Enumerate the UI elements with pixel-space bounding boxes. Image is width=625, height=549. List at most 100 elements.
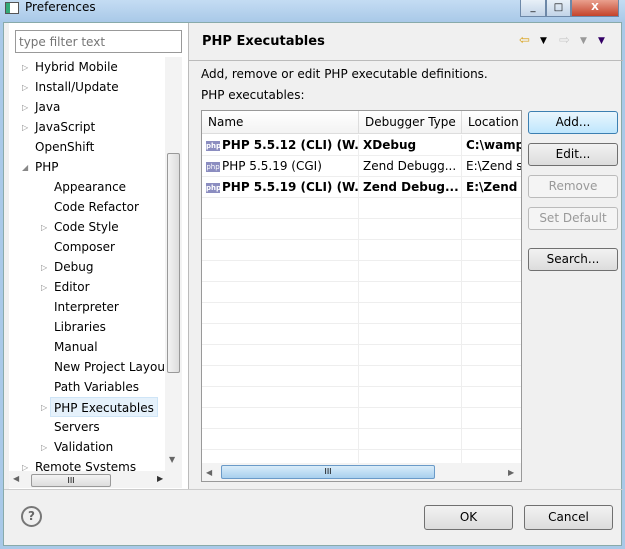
cell-text: E:\Zend :: [466, 180, 522, 194]
filter-input[interactable]: [15, 30, 182, 53]
set-default-button[interactable]: Set Default: [528, 207, 618, 230]
tree-horizontal-scroll-thumb[interactable]: III: [31, 474, 111, 487]
search-button[interactable]: Search...: [528, 248, 618, 271]
empty-cell: [359, 345, 462, 366]
empty-cell: [359, 303, 462, 324]
empty-cell: [462, 366, 521, 387]
window-title: Preferences: [25, 0, 96, 14]
php-icon: php: [206, 140, 222, 151]
tree-item[interactable]: Appearance: [54, 177, 126, 197]
cell-text: XDebug: [363, 138, 417, 152]
page-header: PHP Executables ⇦ ▼ ⇨ ▼ ▼: [189, 23, 623, 61]
tree-item[interactable]: Composer: [54, 237, 115, 257]
tree-expand-icon[interactable]: ▷: [22, 123, 32, 132]
minimize-button[interactable]: _: [520, 0, 546, 17]
table-cell-name[interactable]: php PHP 5.5.19 (CGI): [202, 156, 359, 177]
tree-expand-icon[interactable]: ▷: [41, 223, 51, 232]
tree-expand-icon[interactable]: ▷: [41, 443, 51, 452]
cancel-button[interactable]: Cancel: [524, 505, 613, 530]
empty-cell: [462, 261, 521, 282]
tree-expand-icon[interactable]: ▷: [22, 103, 32, 112]
empty-cell: [202, 324, 359, 345]
column-header-debugger-type[interactable]: Debugger Type: [359, 111, 462, 134]
empty-cell: [462, 282, 521, 303]
empty-cell: [359, 240, 462, 261]
tree-item[interactable]: Install/Update: [35, 77, 119, 97]
empty-cell: [359, 429, 462, 450]
view-menu-icon[interactable]: ▼: [598, 36, 605, 46]
tree-item[interactable]: Debug: [54, 257, 93, 277]
close-button[interactable]: X: [571, 0, 619, 17]
table-scroll-thumb[interactable]: III: [221, 465, 435, 479]
scroll-left-arrow-icon[interactable]: ◀: [13, 474, 19, 483]
executables-label: PHP executables:: [201, 88, 305, 102]
table-cell-debugger[interactable]: XDebug: [359, 135, 462, 156]
tree-item[interactable]: Hybrid Mobile: [35, 57, 118, 77]
tree-vertical-scroll-thumb[interactable]: [167, 153, 180, 373]
forward-menu-chevron-icon[interactable]: ▼: [580, 36, 587, 46]
tree-item[interactable]: Interpreter: [54, 297, 119, 317]
tree-item[interactable]: Java: [35, 97, 60, 117]
tree-item[interactable]: Code Style: [54, 217, 119, 237]
forward-arrow-icon[interactable]: ⇨: [559, 33, 570, 48]
tree-item[interactable]: Validation: [54, 437, 113, 457]
tree-expand-icon[interactable]: ▷: [22, 83, 32, 92]
tree-collapse-icon[interactable]: ◢: [22, 163, 32, 172]
table-cell-location[interactable]: E:\Zend :: [462, 177, 522, 198]
tree-expand-icon[interactable]: ▷: [41, 263, 51, 272]
php-icon: php: [206, 182, 222, 193]
table-cell-name[interactable]: phpPHP 5.5.19 (CLI) (W...: [202, 177, 359, 198]
page-title: PHP Executables: [202, 34, 325, 49]
tree-expand-icon[interactable]: ▷: [22, 63, 32, 72]
table-scroll-right-icon[interactable]: ▶: [508, 468, 514, 477]
scroll-down-arrow-icon[interactable]: ▼: [169, 455, 175, 464]
column-header-name[interactable]: Name: [202, 111, 359, 134]
add-button[interactable]: Add...: [528, 111, 618, 134]
tree-item[interactable]: PHP: [35, 157, 59, 177]
back-arrow-icon[interactable]: ⇦: [519, 33, 530, 48]
empty-cell: [202, 387, 359, 408]
title-bar: Preferences _ □ X: [0, 0, 625, 22]
cell-text: PHP 5.5.12 (CLI) (W...: [222, 138, 359, 152]
table-cell-location[interactable]: E:\Zend s: [462, 156, 521, 177]
preference-tree-panel: ▷Hybrid Mobile▷Install/Update▷Java▷JavaS…: [9, 23, 189, 489]
tree-expand-icon[interactable]: ▷: [41, 283, 51, 292]
empty-cell: [359, 408, 462, 429]
tree-item[interactable]: Manual: [54, 337, 98, 357]
tree-item[interactable]: OpenShift: [35, 137, 94, 157]
empty-cell: [359, 366, 462, 387]
scroll-right-arrow-icon[interactable]: ▶: [157, 474, 163, 483]
maximize-button[interactable]: □: [546, 0, 571, 17]
empty-cell: [202, 282, 359, 303]
empty-cell: [202, 345, 359, 366]
tree-item[interactable]: Code Refactor: [54, 197, 139, 217]
tree-item[interactable]: Editor: [54, 277, 90, 297]
tree-item[interactable]: PHP Executables: [50, 397, 158, 417]
php-icon: php: [206, 161, 220, 172]
back-menu-chevron-icon[interactable]: ▼: [540, 36, 547, 46]
table-cell-name[interactable]: phpPHP 5.5.12 (CLI) (W...: [202, 135, 359, 156]
table-cell-location[interactable]: C:\wamp: [462, 135, 521, 156]
empty-cell: [202, 303, 359, 324]
ok-button[interactable]: OK: [424, 505, 513, 530]
empty-cell: [462, 429, 521, 450]
tree-item[interactable]: Path Variables: [54, 377, 139, 397]
tree-item[interactable]: JavaScript: [35, 117, 95, 137]
tree-item[interactable]: Libraries: [54, 317, 106, 337]
empty-cell: [462, 345, 521, 366]
help-icon[interactable]: ?: [21, 506, 42, 527]
table-scroll-left-icon[interactable]: ◀: [206, 468, 212, 477]
empty-cell: [462, 240, 521, 261]
empty-cell: [462, 387, 521, 408]
table-cell-debugger[interactable]: Zend Debug...: [359, 177, 462, 198]
column-header-location[interactable]: Location: [462, 111, 521, 134]
edit-button[interactable]: Edit...: [528, 143, 618, 166]
empty-cell: [462, 219, 521, 240]
empty-cell: [202, 429, 359, 450]
tree-item[interactable]: New Project Layout: [54, 357, 165, 377]
tree-item[interactable]: Servers: [54, 417, 100, 437]
table-cell-debugger[interactable]: Zend Debugg...: [359, 156, 462, 177]
app-icon: [5, 2, 19, 14]
empty-cell: [359, 387, 462, 408]
remove-button[interactable]: Remove: [528, 175, 618, 198]
